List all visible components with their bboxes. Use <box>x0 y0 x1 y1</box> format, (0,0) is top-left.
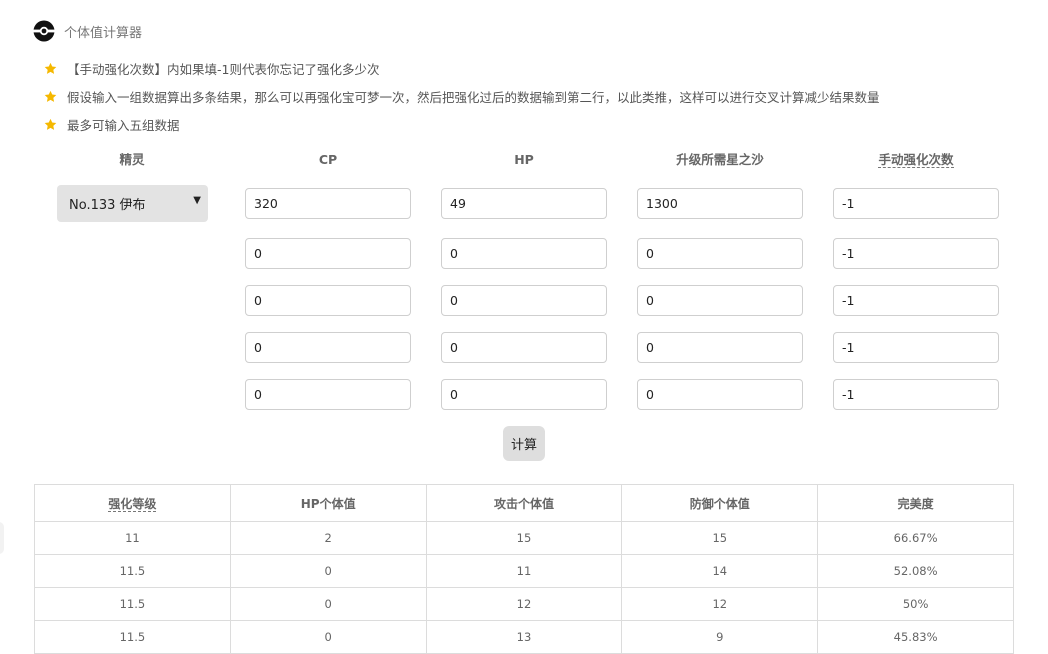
results-header-defense-iv: 防御个体值 <box>621 484 819 522</box>
header-power-ups-label: 手动强化次数 <box>878 152 954 168</box>
cell-defense-iv: 14 <box>621 554 819 588</box>
cell-hp-iv: 0 <box>229 620 427 654</box>
hp-input-4[interactable] <box>441 332 607 363</box>
page-edge-handle <box>0 522 4 554</box>
table-row: 11.5 0 13 9 45.83% <box>34 620 1014 654</box>
hp-input-5[interactable] <box>441 379 607 410</box>
hp-input-2[interactable] <box>441 238 607 269</box>
table-row: 11 2 15 15 66.67% <box>34 521 1014 555</box>
cell-attack-iv: 12 <box>425 587 623 621</box>
power-ups-input-1[interactable] <box>833 188 999 219</box>
cell-perfection: 50% <box>817 587 1014 621</box>
hp-input-3[interactable] <box>441 285 607 316</box>
tip-item: 【手动强化次数】内如果填-1则代表你忘记了强化多少次 <box>44 58 880 78</box>
cell-level: 11 <box>34 521 231 555</box>
power-ups-input-4[interactable] <box>833 332 999 363</box>
star-icon <box>44 62 57 74</box>
cp-input-4[interactable] <box>245 332 411 363</box>
cell-perfection: 45.83% <box>817 620 1014 654</box>
header-pokemon: 精灵 <box>119 152 145 167</box>
cell-attack-iv: 11 <box>425 554 623 588</box>
star-icon <box>44 118 57 130</box>
pokeball-icon <box>33 20 55 42</box>
power-ups-input-3[interactable] <box>833 285 999 316</box>
cell-defense-iv: 15 <box>621 521 819 555</box>
header-hp: HP <box>514 152 534 167</box>
table-row: 11.5 0 11 14 52.08% <box>34 554 1014 588</box>
results-header-attack-iv: 攻击个体值 <box>425 484 623 522</box>
cell-level: 11.5 <box>34 587 231 621</box>
results-header-level-label: 强化等级 <box>108 496 157 512</box>
results-header-perfection: 完美度 <box>817 484 1014 522</box>
stardust-input-5[interactable] <box>637 379 803 410</box>
cell-defense-iv: 9 <box>621 620 819 654</box>
app-title: 个体值计算器 <box>64 25 143 41</box>
header-stardust: 升级所需星之沙 <box>676 152 764 167</box>
tip-text: 最多可输入五组数据 <box>67 117 180 133</box>
pokemon-select-value: No.133 伊布 <box>69 198 146 213</box>
results-header-row: 强化等级 HP个体值 攻击个体值 防御个体值 完美度 <box>34 484 1014 522</box>
cp-input-3[interactable] <box>245 285 411 316</box>
tip-text: 假设输入一组数据算出多条结果，那么可以再强化宝可梦一次，然后把强化过后的数据输到… <box>67 89 880 105</box>
app-header: 个体值计算器 <box>33 19 142 43</box>
cp-input-2[interactable] <box>245 238 411 269</box>
tip-text: 【手动强化次数】内如果填-1则代表你忘记了强化多少次 <box>67 61 380 77</box>
table-row: 11.5 0 12 12 50% <box>34 587 1014 621</box>
stardust-input-1[interactable] <box>637 188 803 219</box>
star-icon <box>44 90 57 102</box>
cell-defense-iv: 12 <box>621 587 819 621</box>
hp-input-1[interactable] <box>441 188 607 219</box>
power-ups-input-2[interactable] <box>833 238 999 269</box>
tip-item: 假设输入一组数据算出多条结果，那么可以再强化宝可梦一次，然后把强化过后的数据输到… <box>44 86 880 106</box>
stardust-input-4[interactable] <box>637 332 803 363</box>
power-ups-input-5[interactable] <box>833 379 999 410</box>
cell-attack-iv: 15 <box>425 521 623 555</box>
tips-list: 【手动强化次数】内如果填-1则代表你忘记了强化多少次 假设输入一组数据算出多条结… <box>44 58 880 142</box>
results-table: 强化等级 HP个体值 攻击个体值 防御个体值 完美度 11 2 15 15 66… <box>34 484 1014 654</box>
triangle-down-icon: ▼ <box>193 195 201 206</box>
calculate-button[interactable]: 计算 <box>503 426 545 461</box>
cell-hp-iv: 0 <box>229 587 427 621</box>
cell-level: 11.5 <box>34 620 231 654</box>
cell-level: 11.5 <box>34 554 231 588</box>
pokemon-select[interactable]: No.133 伊布 ▼ <box>57 185 208 222</box>
cell-hp-iv: 2 <box>229 521 427 555</box>
results-header-level[interactable]: 强化等级 <box>34 484 231 522</box>
cell-hp-iv: 0 <box>229 554 427 588</box>
header-cp: CP <box>318 152 338 167</box>
cell-perfection: 66.67% <box>817 521 1014 555</box>
stardust-input-3[interactable] <box>637 285 803 316</box>
stardust-input-2[interactable] <box>637 238 803 269</box>
cp-input-1[interactable] <box>245 188 411 219</box>
tip-item: 最多可输入五组数据 <box>44 114 880 134</box>
results-header-hp-iv: HP个体值 <box>229 484 427 522</box>
header-power-ups: 手动强化次数 <box>846 151 986 169</box>
cell-perfection: 52.08% <box>817 554 1014 588</box>
cell-attack-iv: 13 <box>425 620 623 654</box>
cp-input-5[interactable] <box>245 379 411 410</box>
